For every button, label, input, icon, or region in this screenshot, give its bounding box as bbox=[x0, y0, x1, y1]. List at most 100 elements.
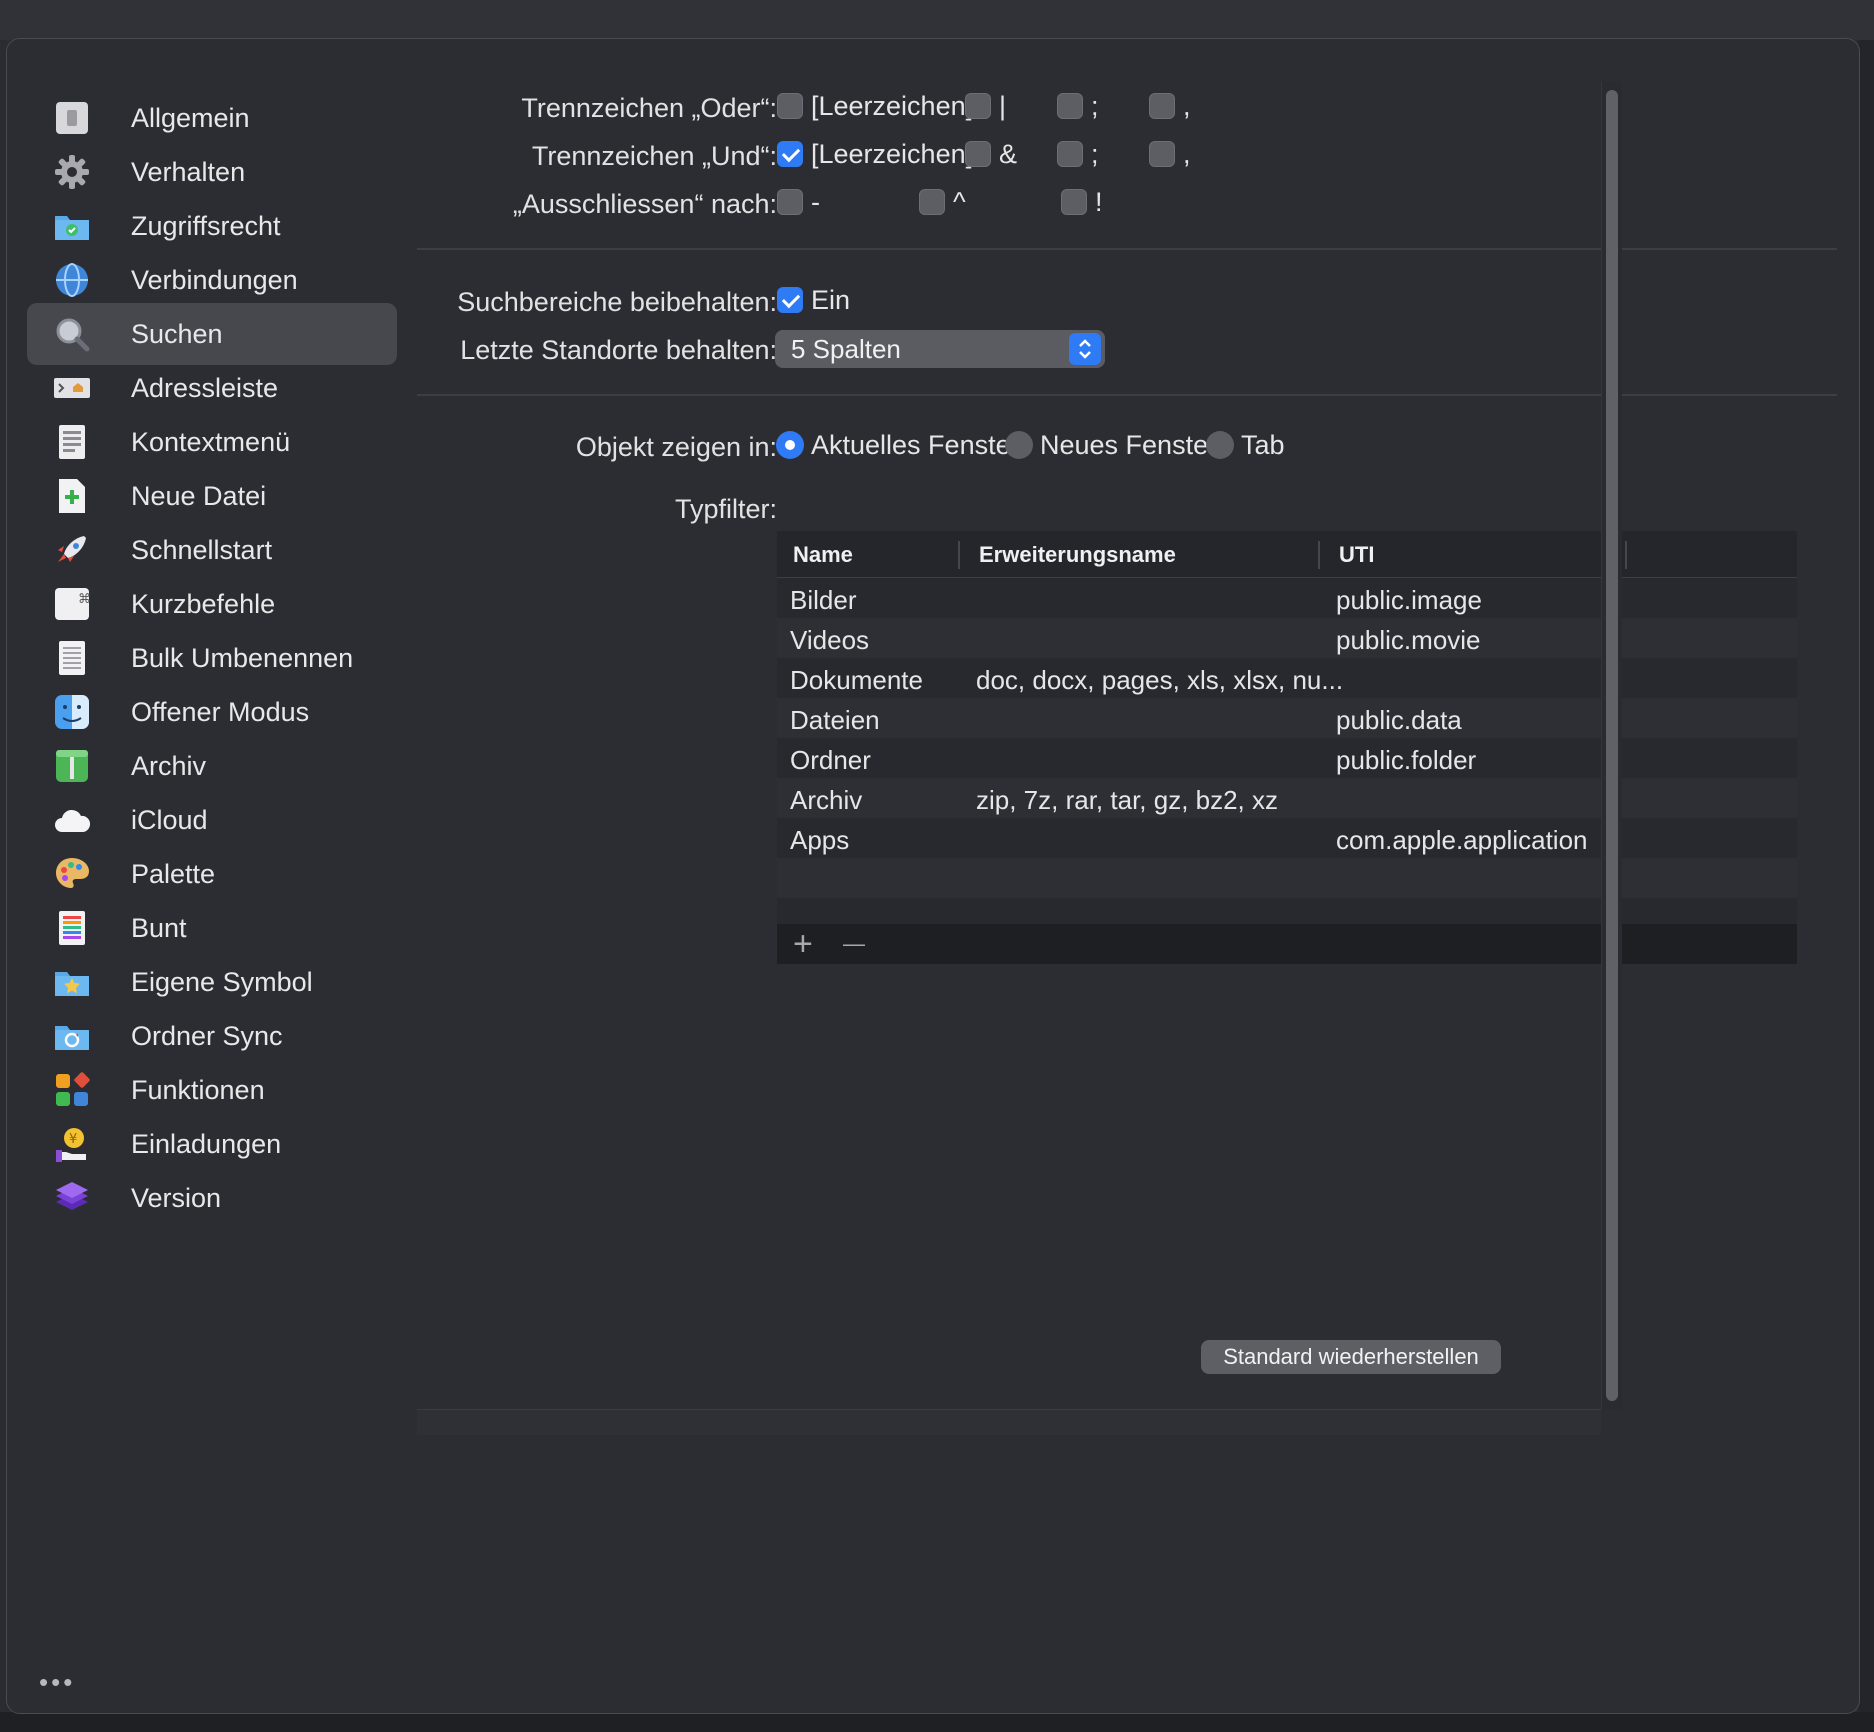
exclude-option-bang-label: ! bbox=[1095, 187, 1103, 217]
and-option-semicolon-label: ; bbox=[1091, 139, 1099, 169]
sidebar: Allgemein Verhalten Zugriffsrecht Verbin… bbox=[7, 39, 417, 1713]
cell-extension: doc, docx, pages, xls, xlsx, nu... bbox=[976, 665, 1344, 695]
desktop-background bbox=[0, 0, 1874, 40]
sidebar-item-kontextmenue[interactable]: Kontextmenü bbox=[27, 411, 397, 473]
show-in-new-window-radio[interactable] bbox=[1005, 431, 1033, 459]
cell-name: Bilder bbox=[790, 585, 857, 615]
address-bar-icon bbox=[53, 369, 91, 407]
coin-hand-icon: ¥ bbox=[53, 1125, 91, 1163]
cell-uti: public.image bbox=[1336, 585, 1482, 615]
sidebar-item-neue-datei[interactable]: Neue Datei bbox=[27, 465, 397, 527]
remove-filter-button[interactable]: — bbox=[843, 926, 865, 962]
table-row[interactable]: Ordner public.folder bbox=[777, 738, 1797, 778]
show-in-current-window-radio[interactable] bbox=[776, 431, 804, 459]
sidebar-item-label: Verhalten bbox=[131, 157, 246, 187]
sidebar-item-verbindungen[interactable]: Verbindungen bbox=[27, 249, 397, 311]
sidebar-item-label: Version bbox=[131, 1183, 222, 1213]
sidebar-item-bunt[interactable]: Bunt bbox=[27, 897, 397, 959]
preferences-window: Allgemein Verhalten Zugriffsrecht Verbin… bbox=[6, 38, 1860, 1714]
magnifier-icon bbox=[53, 315, 91, 353]
or-option-semicolon-checkbox[interactable] bbox=[1057, 93, 1083, 119]
folder-check-icon bbox=[53, 207, 91, 245]
table-row[interactable]: Apps com.apple.application bbox=[777, 818, 1797, 858]
and-option-space-label: [Leerzeichen] bbox=[811, 139, 974, 169]
sidebar-item-kurzbefehle[interactable]: ⌘ Kurzbefehle bbox=[27, 573, 397, 635]
or-option-space-checkbox[interactable] bbox=[777, 93, 803, 119]
column-header-name[interactable]: Name bbox=[793, 542, 853, 568]
keep-scopes-checkbox[interactable] bbox=[777, 287, 803, 313]
show-in-tab-radio[interactable] bbox=[1206, 431, 1234, 459]
cloud-icon bbox=[53, 801, 91, 839]
table-row[interactable]: Dateien public.data bbox=[777, 698, 1797, 738]
exclude-option-minus-checkbox[interactable] bbox=[777, 189, 803, 215]
switch-icon bbox=[53, 99, 91, 137]
sidebar-item-suchen[interactable]: Suchen bbox=[27, 303, 397, 365]
and-option-space-checkbox[interactable] bbox=[777, 141, 803, 167]
sidebar-item-palette[interactable]: Palette bbox=[27, 843, 397, 905]
restore-defaults-button[interactable]: Standard wiederherstellen bbox=[1201, 1340, 1501, 1374]
sidebar-item-label: Schnellstart bbox=[131, 535, 273, 565]
shapes-icon bbox=[53, 1071, 91, 1109]
sidebar-item-funktionen[interactable]: Funktionen bbox=[27, 1059, 397, 1121]
more-options-button[interactable]: ••• bbox=[39, 1667, 75, 1698]
desktop-background-right bbox=[1858, 40, 1874, 1732]
table-row[interactable]: Dokumente doc, docx, pages, xls, xlsx, n… bbox=[777, 658, 1797, 698]
sidebar-item-ordner-sync[interactable]: Ordner Sync bbox=[27, 1005, 397, 1067]
or-option-comma-checkbox[interactable] bbox=[1149, 93, 1175, 119]
sidebar-item-icloud[interactable]: iCloud bbox=[27, 789, 397, 851]
exclude-option-caret-checkbox[interactable] bbox=[919, 189, 945, 215]
column-separator bbox=[1318, 541, 1320, 569]
sidebar-item-verhalten[interactable]: Verhalten bbox=[27, 141, 397, 203]
sidebar-item-zugriffsrecht[interactable]: Zugriffsrecht bbox=[27, 195, 397, 257]
type-filter-table: Name Erweiterungsname UTI Bilder public.… bbox=[777, 531, 1797, 964]
sidebar-item-allgemein[interactable]: Allgemein bbox=[27, 87, 397, 149]
and-option-comma-checkbox[interactable] bbox=[1149, 141, 1175, 167]
sidebar-item-schnellstart[interactable]: Schnellstart bbox=[27, 519, 397, 581]
cell-name: Dokumente bbox=[790, 665, 923, 695]
or-option-pipe-checkbox[interactable] bbox=[965, 93, 991, 119]
svg-text:⌘: ⌘ bbox=[78, 592, 90, 607]
sidebar-item-offener-modus[interactable]: Offener Modus bbox=[27, 681, 397, 743]
layers-icon bbox=[53, 1179, 91, 1217]
list-document-icon bbox=[53, 639, 91, 677]
sidebar-item-label: Kontextmenü bbox=[131, 427, 291, 457]
table-row-empty bbox=[777, 858, 1797, 898]
cell-uti: public.data bbox=[1336, 705, 1462, 735]
finder-icon bbox=[53, 693, 91, 731]
table-row[interactable]: Videos public.movie bbox=[777, 618, 1797, 658]
and-option-ampersand-checkbox[interactable] bbox=[965, 141, 991, 167]
sidebar-item-label: Palette bbox=[131, 859, 216, 889]
sidebar-item-eigene-symbol[interactable]: Eigene Symbol bbox=[27, 951, 397, 1013]
keep-scopes-label: Suchbereiche beibehalten: bbox=[457, 287, 777, 317]
globe-icon bbox=[53, 261, 91, 299]
table-footer: + — bbox=[777, 924, 1797, 964]
sidebar-item-label: Bulk Umbenennen bbox=[131, 643, 354, 673]
sidebar-item-archiv[interactable]: Archiv bbox=[27, 735, 397, 797]
section-divider bbox=[417, 394, 1837, 396]
recent-locations-select[interactable]: 5 Spalten bbox=[775, 330, 1105, 368]
and-separator-label: Trennzeichen „Und“: bbox=[531, 141, 777, 171]
sidebar-item-bulk-umbenennen[interactable]: Bulk Umbenennen bbox=[27, 627, 397, 689]
column-header-extension[interactable]: Erweiterungsname bbox=[979, 542, 1176, 568]
sidebar-item-adressleiste[interactable]: Adressleiste bbox=[27, 357, 397, 419]
desktop-background-bottom bbox=[0, 1712, 1874, 1732]
exclude-option-bang-checkbox[interactable] bbox=[1061, 189, 1087, 215]
table-row[interactable]: Archiv zip, 7z, rar, tar, gz, bz2, xz bbox=[777, 778, 1797, 818]
context-menu-icon bbox=[53, 423, 91, 461]
recent-locations-label: Letzte Standorte behalten: bbox=[460, 335, 777, 365]
rocket-icon bbox=[53, 531, 91, 569]
add-filter-button[interactable]: + bbox=[793, 926, 813, 962]
sidebar-item-label: Archiv bbox=[131, 751, 207, 781]
sidebar-item-label: Adressleiste bbox=[131, 373, 279, 403]
command-key-icon: ⌘ bbox=[53, 585, 91, 623]
column-header-uti[interactable]: UTI bbox=[1339, 542, 1374, 568]
and-option-semicolon-checkbox[interactable] bbox=[1057, 141, 1083, 167]
sidebar-item-version[interactable]: Version bbox=[27, 1167, 397, 1229]
sidebar-item-einladungen[interactable]: ¥ Einladungen bbox=[27, 1113, 397, 1175]
table-row[interactable]: Bilder public.image bbox=[777, 578, 1797, 618]
archive-icon bbox=[53, 747, 91, 785]
chevron-up-down-icon bbox=[1069, 333, 1101, 365]
cell-name: Videos bbox=[790, 625, 870, 655]
exclude-option-caret-label: ^ bbox=[953, 187, 966, 217]
scrollbar-thumb[interactable] bbox=[1606, 90, 1618, 1401]
